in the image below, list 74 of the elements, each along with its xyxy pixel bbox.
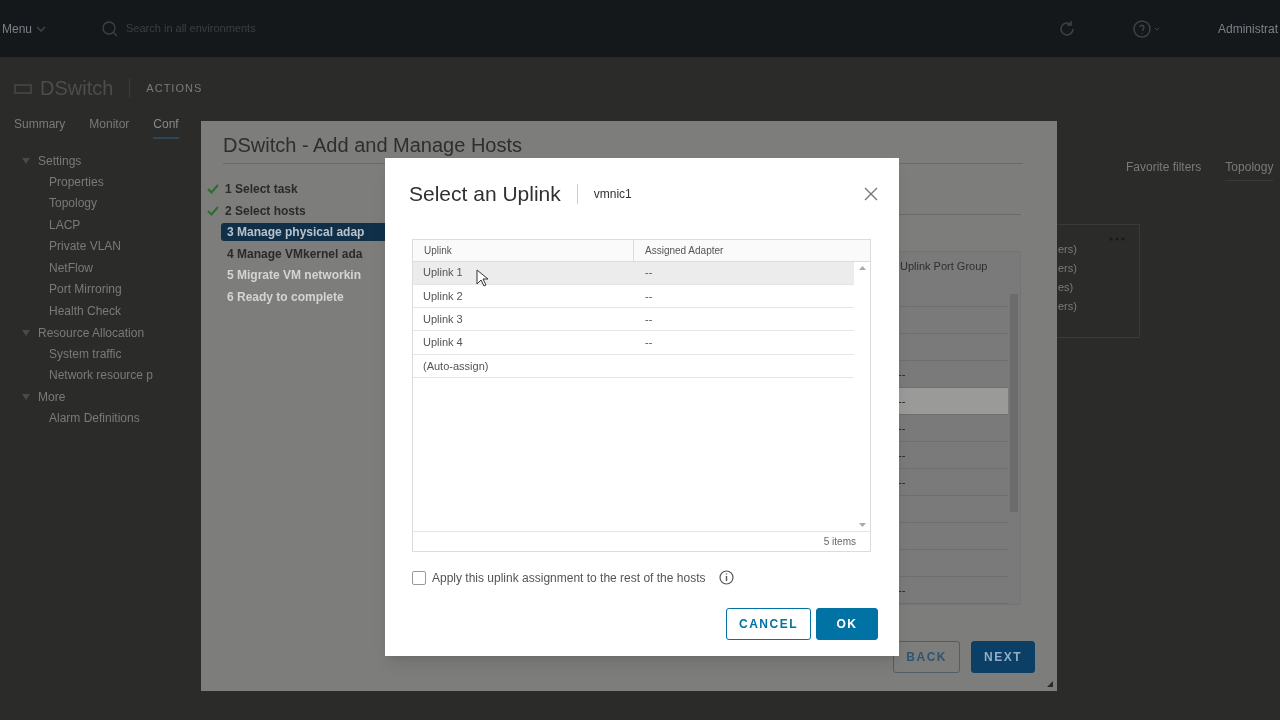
table-cell-text: Uplink 3	[423, 312, 463, 327]
primary-button[interactable]: OK	[816, 607, 878, 640]
card-text: ers)	[1058, 261, 1077, 276]
chevron-icon	[36, 25, 47, 32]
cursor-icon	[476, 268, 488, 287]
card-text: ers)	[1058, 299, 1077, 314]
tab[interactable]: Conf	[153, 115, 179, 139]
table-row[interactable]: (Auto-assign)	[413, 354, 854, 378]
scroll-down-icon	[858, 522, 866, 527]
tree-item[interactable]: Port Mirroring	[22, 279, 154, 301]
card-text: es)	[1058, 280, 1074, 295]
tree-item[interactable]: System traffic	[22, 343, 154, 365]
close-icon[interactable]	[864, 186, 878, 201]
switch-icon	[14, 82, 32, 94]
table-row[interactable]: Uplink 4 --	[413, 331, 854, 355]
table-cell-text: --	[644, 265, 653, 281]
adapter-name: vmnic1	[593, 185, 632, 203]
actions-menu[interactable]: ACTIONS	[146, 79, 203, 97]
info-icon[interactable]	[719, 570, 735, 585]
tree-group[interactable]: Settings	[38, 151, 82, 170]
tree-group[interactable]: Resource Allocation	[38, 323, 145, 342]
table-cell-text: Uplink 1	[423, 265, 463, 281]
filter-link[interactable]: Favorite filters	[1126, 158, 1202, 181]
caret-icon	[22, 394, 30, 401]
table-cell-text: --	[898, 474, 906, 490]
tree-item[interactable]: Topology	[22, 193, 154, 215]
menu-button[interactable]: Menu	[2, 19, 47, 38]
tab[interactable]: Monitor	[89, 115, 130, 139]
table-cell-text: --	[898, 420, 906, 436]
table-cell-text: --	[898, 447, 906, 463]
user-name[interactable]: Administrat	[1217, 19, 1278, 38]
item-count: 5 items	[823, 534, 856, 549]
table-cell-text: Uplink 2	[423, 288, 463, 304]
table-cell-text: --	[898, 366, 906, 382]
scroll-up-icon	[858, 265, 866, 270]
primary-button[interactable]: NEXT	[971, 641, 1035, 673]
caret-icon	[22, 157, 30, 164]
table-row[interactable]: Uplink 3 --	[413, 308, 854, 332]
column-header: Uplink Port Group	[899, 258, 988, 274]
table-row[interactable]: Uplink 1 --	[413, 261, 854, 285]
column-header: Assigned Adapter	[644, 243, 725, 258]
table-cell-text: Uplink 4	[423, 335, 463, 351]
dialog-title: Select an Uplink	[409, 181, 561, 207]
table-cell-text: --	[644, 312, 653, 327]
check-icon	[207, 205, 219, 216]
checkbox[interactable]	[412, 570, 426, 585]
help-icon[interactable]	[1131, 18, 1162, 39]
caret-icon	[22, 329, 30, 336]
tree-item[interactable]: NetFlow	[22, 257, 154, 279]
table-row[interactable]: Uplink 2 --	[413, 284, 854, 309]
checkbox-label: Apply this uplink assignment to the rest of the hosts	[432, 569, 706, 587]
card-text: ers)	[1058, 242, 1077, 257]
tree-group[interactable]: More	[38, 388, 66, 407]
table-cell-text: --	[898, 582, 906, 598]
table-cell-text: --	[644, 288, 653, 304]
table-cell-text: --	[644, 335, 653, 351]
view-tab[interactable]: Topology	[1225, 158, 1274, 181]
tree-item[interactable]: Alarm Definitions	[22, 408, 154, 430]
secondary-button[interactable]: CANCEL	[726, 607, 811, 640]
table-cell-text: (Auto-assign)	[423, 358, 489, 374]
tree-item[interactable]: LACP	[22, 214, 154, 236]
table-cell-text: --	[898, 393, 906, 409]
tree-item[interactable]: Private VLAN	[22, 236, 154, 258]
tree-item[interactable]: Properties	[22, 171, 154, 193]
tree-item[interactable]: Health Check	[22, 300, 154, 322]
search-icon	[102, 20, 119, 37]
resize-grip-icon[interactable]	[1047, 681, 1053, 687]
refresh-icon[interactable]	[1057, 19, 1076, 38]
check-icon	[207, 184, 219, 194]
column-header: Uplink	[413, 239, 634, 261]
tab[interactable]: Summary	[14, 115, 66, 139]
wizard-step[interactable]: 2 Select hosts	[207, 201, 401, 220]
wizard-step[interactable]: 1 Select task	[207, 180, 401, 198]
tree-item[interactable]: Network resource p	[22, 365, 154, 387]
